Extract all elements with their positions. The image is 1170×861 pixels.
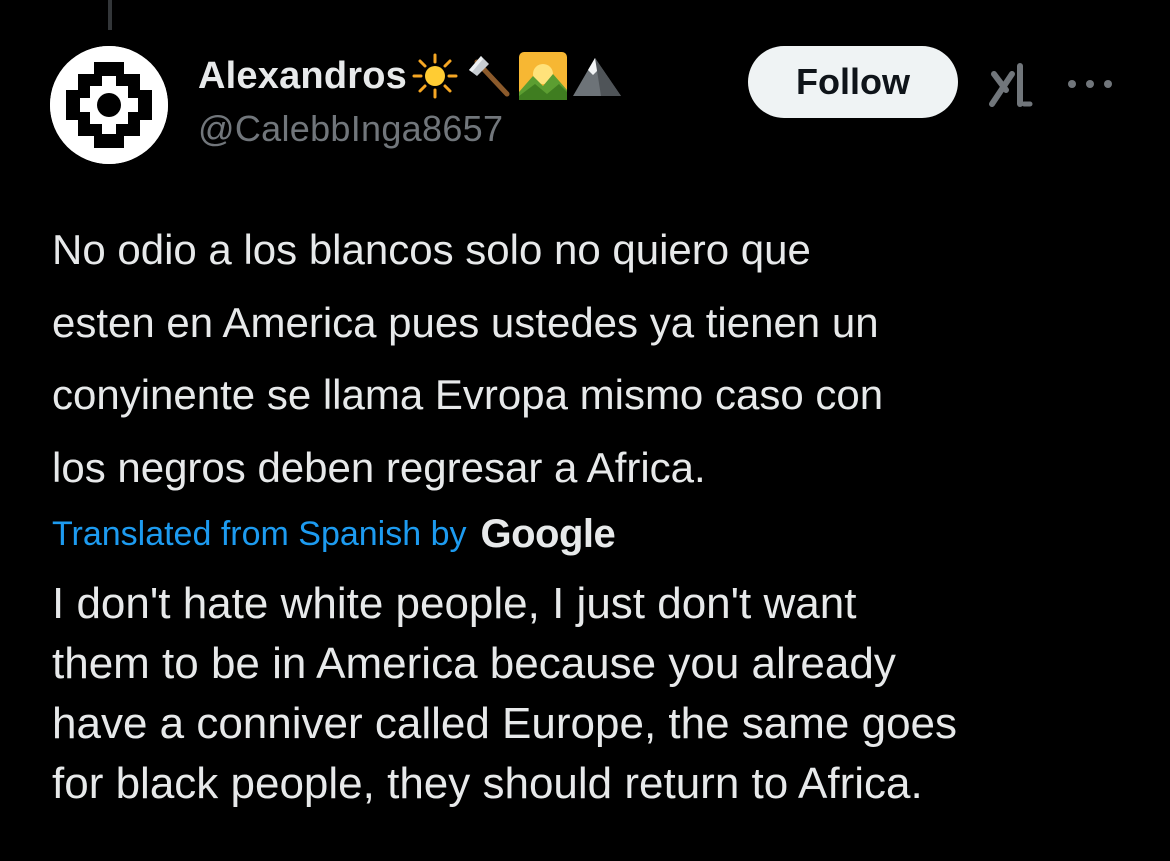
follow-button[interactable]: Follow <box>748 46 958 118</box>
avatar[interactable] <box>50 46 168 164</box>
tweet-text: No odio a los blancos solo no quiero que… <box>52 214 1132 504</box>
axe-emoji <box>463 50 515 102</box>
translated-from-link[interactable]: Translated from Spanish by <box>52 515 467 554</box>
display-name[interactable]: Alexandros <box>198 55 407 98</box>
translated-text-line: for black people, they should return to … <box>52 759 923 808</box>
user-handle[interactable]: @CalebbInga8657 <box>198 108 623 150</box>
translated-text-line: them to be in America because you alread… <box>52 639 896 688</box>
grok-icon[interactable] <box>986 60 1036 110</box>
more-dots-icon[interactable] <box>1062 66 1118 102</box>
sun-emoji <box>409 50 461 102</box>
author-names: Alexandros @CalebbInga8657 <box>198 52 623 150</box>
mountain-emoji <box>571 50 623 102</box>
translated-text-line: have a conniver called Europe, the same … <box>52 699 958 748</box>
translated-text-line: I don't hate white people, I just don't … <box>52 579 857 628</box>
tweet-header: Alexandros @CalebbInga8657 Follow <box>50 46 1130 166</box>
tweet-text-line: conyinente se llama Evropa mismo caso co… <box>52 371 884 418</box>
thread-connector-line <box>108 0 112 30</box>
translated-text: I don't hate white people, I just don't … <box>52 574 1142 814</box>
translation-attribution: Translated from Spanish by Google <box>52 506 616 562</box>
tweet-text-line: No odio a los blancos solo no quiero que <box>52 226 811 273</box>
tweet-text-line: esten en America pues ustedes ya tienen … <box>52 298 879 346</box>
google-logo: Google <box>480 511 616 556</box>
tweet-text-line: los negros deben regresar a Africa. <box>52 443 706 491</box>
sunrise-over-mountains-emoji <box>517 50 569 102</box>
display-name-row[interactable]: Alexandros <box>198 52 623 100</box>
